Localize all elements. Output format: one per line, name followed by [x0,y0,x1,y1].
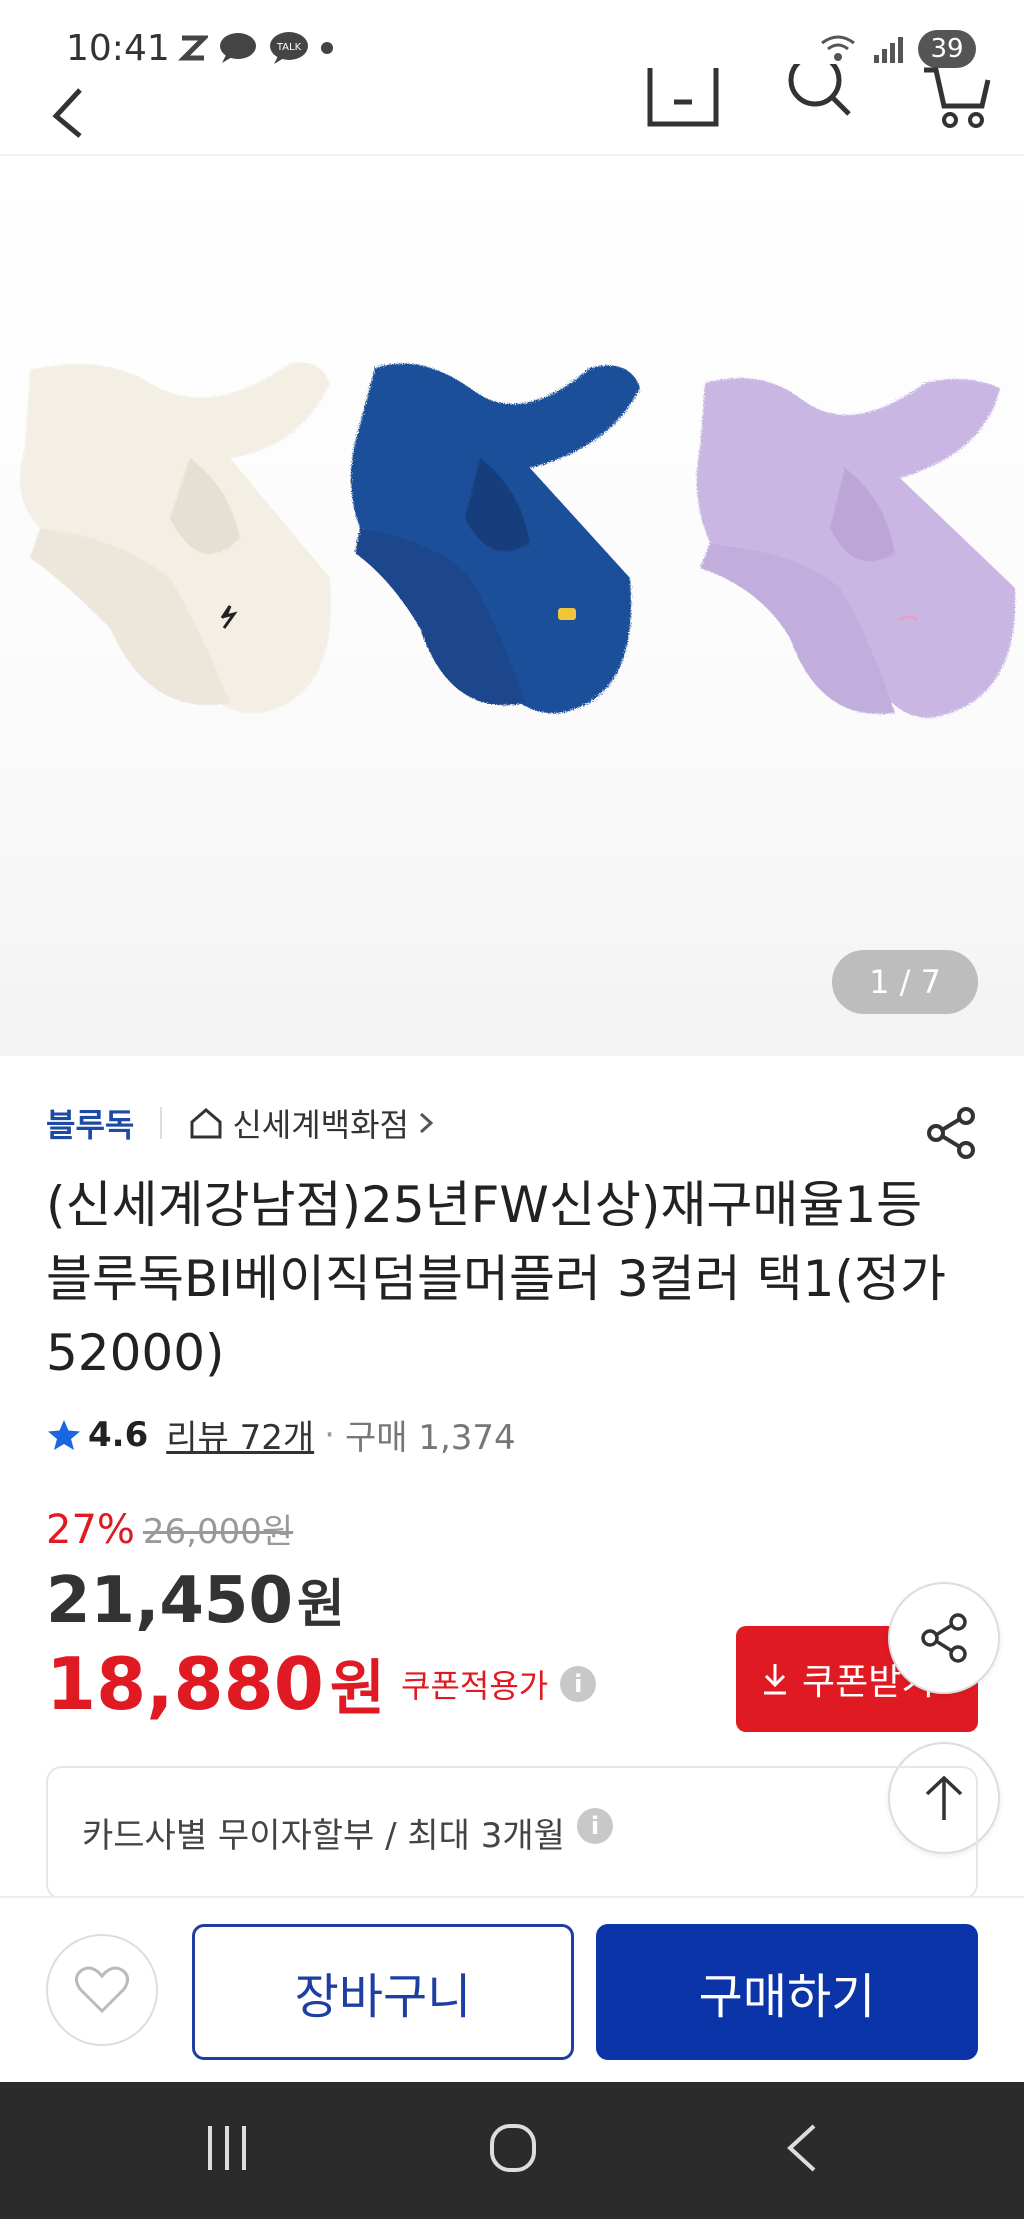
bottom-action-bar: 장바구니 구매하기 [0,1896,1024,2082]
recent-apps-icon[interactable] [204,2122,250,2174]
original-price: 26,000원 [142,1512,294,1552]
review-link[interactable]: 리뷰 72개 [166,1410,314,1459]
purchase-count: 구매 1,374 [344,1418,516,1458]
product-title: (신세계강남점)25년FW신상)재구매율1등블루독BI베이직덤블머플러 3컬러 … [46,1176,946,1382]
brand-link[interactable]: 블루독 [46,1100,134,1146]
info-icon[interactable]: i [560,1665,597,1702]
store-link[interactable]: 신세계백화점 [188,1100,435,1146]
store-name: 신세계백화점 [232,1106,409,1144]
image-pager: 1 / 7 [832,950,978,1014]
system-nav-bar [0,2082,1024,2219]
z-app-icon [178,35,208,61]
coupon-price-unit: 원 [329,1654,386,1724]
coupon-price-label: 쿠폰적용가 [401,1666,549,1705]
separator-dot: · [324,1414,335,1455]
lavender-scarf [696,378,1016,718]
svg-text:TALK: TALK [276,42,302,53]
cart-icon[interactable] [922,64,992,134]
chevron-right-icon [419,1112,434,1134]
home-nav-icon[interactable] [488,2122,538,2174]
rating-value: 4.6 [88,1414,149,1455]
floating-share-button[interactable] [888,1582,1000,1694]
share-icon[interactable] [924,1106,978,1160]
search-icon[interactable] [785,64,855,134]
share-icon [921,1613,967,1663]
coupon-price-row: 18,880 원 쿠폰적용가 i [46,1640,597,1727]
back-arrow-icon[interactable] [46,70,86,140]
blue-scarf [351,363,640,714]
divider [160,1107,163,1139]
product-image [20,362,1016,718]
heart-icon [75,1966,129,2014]
installment-info[interactable]: 카드사별 무이자할부 / 최대 3개월 i [46,1766,978,1900]
product-image-gallery[interactable]: 1 / 7 [0,158,1024,1056]
star-icon [48,1419,80,1450]
discount-rate: 27% [46,1507,135,1553]
home-icon [190,1108,222,1139]
info-icon[interactable]: i [576,1808,613,1844]
download-arrow-icon [764,1664,786,1695]
ivory-scarf [20,362,332,714]
installment-text: 카드사별 무이자할부 / 최대 3개월 [82,1816,565,1856]
rating-row: 4.6 리뷰 72개 · 구매 1,374 [46,1410,516,1459]
sale-price-amount: 21,450 [46,1564,293,1638]
add-to-cart-button[interactable]: 장바구니 [192,1924,574,2060]
back-nav-icon[interactable] [784,2122,820,2174]
more-dot-icon [321,42,333,54]
buy-now-button[interactable]: 구매하기 [596,1924,978,2060]
sale-price: 21,450원 [46,1562,345,1638]
brand-row: 블루독 신세계백화점 [46,1100,435,1146]
wishlist-button[interactable] [46,1934,158,2046]
home-box-icon[interactable] [646,68,720,128]
discount-row: 27% 26,000원 [46,1504,293,1553]
coupon-price-amount: 18,880 [46,1641,324,1726]
app-bar [0,60,1024,156]
sale-price-unit: 원 [296,1575,345,1635]
